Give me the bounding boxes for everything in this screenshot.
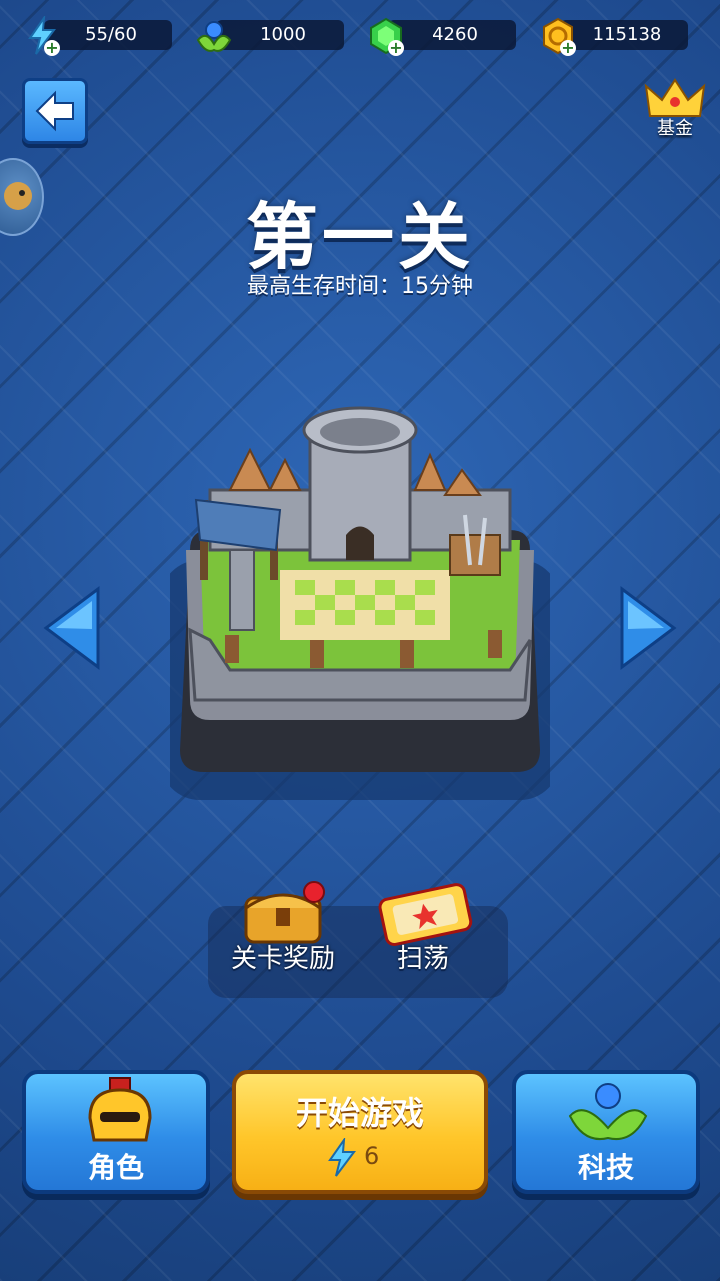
gold-counter[interactable]: 115138 + [538,17,690,56]
gold-add-icon[interactable]: + [560,40,576,56]
arrow-left-icon [43,586,100,670]
energy-add-icon[interactable]: + [44,40,60,56]
start-energy-cost: 6 [364,1142,380,1170]
fund-button[interactable]: 基金 [640,74,710,144]
gem-add-icon[interactable]: + [388,40,404,56]
previous-level-button[interactable] [40,585,104,671]
back-arrow-icon [35,90,74,132]
stage-reward-button[interactable]: 关卡奖励 [218,878,348,988]
best-survival-time: 最高生存时间：15分钟 [247,274,473,299]
next-level-button[interactable] [616,585,680,671]
seed-counter[interactable]: 1000 [194,18,346,52]
arrow-right-icon [620,586,677,670]
tech-button[interactable]: 科技 [512,1070,700,1194]
sweep-button[interactable]: 扫荡 [358,878,488,988]
helmet-icon [88,1077,152,1142]
sweep-label: 扫荡 [396,944,449,974]
start-game-label: 开始游戏 [295,1094,424,1132]
stage-reward-label: 关卡奖励 [230,944,335,974]
role-button[interactable]: 角色 [22,1070,210,1194]
energy-value: 55/60 [44,20,172,50]
sprout-orb-icon [194,16,234,56]
fund-label: 基金 [657,118,693,139]
energy-counter[interactable]: 55/60 + [22,14,174,56]
gem-value: 4260 [388,20,516,50]
role-label: 角色 [87,1151,144,1184]
back-button[interactable] [22,78,88,144]
seed-value: 1000 [216,20,344,50]
energy-cost-icon [328,1138,356,1177]
gold-value: 115138 [560,20,688,50]
gem-counter[interactable]: 4260 + [366,17,518,56]
sprout-orb-icon [568,1083,648,1140]
tech-label: 科技 [577,1151,634,1184]
level-map-castle[interactable] [160,400,560,800]
start-game-button[interactable]: 开始游戏 6 [232,1070,488,1194]
